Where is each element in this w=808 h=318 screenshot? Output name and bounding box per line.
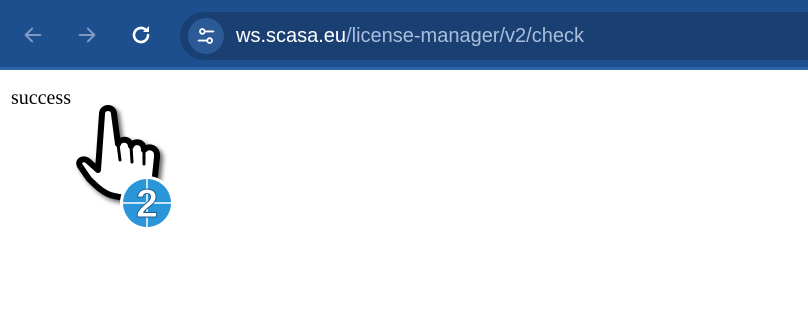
tune-icon	[197, 28, 215, 44]
arrow-right-icon	[78, 27, 96, 43]
back-button[interactable]	[18, 20, 48, 50]
browser-toolbar: ws.scasa.eu/license-manager/v2/check	[0, 0, 808, 70]
url-host: ws.scasa.eu	[236, 24, 347, 47]
page-body-text: success	[11, 87, 71, 109]
step-badge-number: 2	[136, 182, 158, 226]
address-bar[interactable]: ws.scasa.eu/license-manager/v2/check	[180, 12, 808, 60]
site-info-button[interactable]	[188, 18, 224, 54]
hand-pointer-icon: 2	[76, 105, 174, 230]
url-path: /license-manager/v2/check	[346, 24, 584, 47]
forward-button[interactable]	[72, 20, 102, 50]
arrow-left-icon	[24, 27, 42, 43]
url-text[interactable]: ws.scasa.eu/license-manager/v2/check	[236, 25, 584, 48]
reload-icon	[132, 26, 150, 44]
reload-button[interactable]	[126, 20, 156, 50]
step-badge: 2	[120, 176, 174, 230]
